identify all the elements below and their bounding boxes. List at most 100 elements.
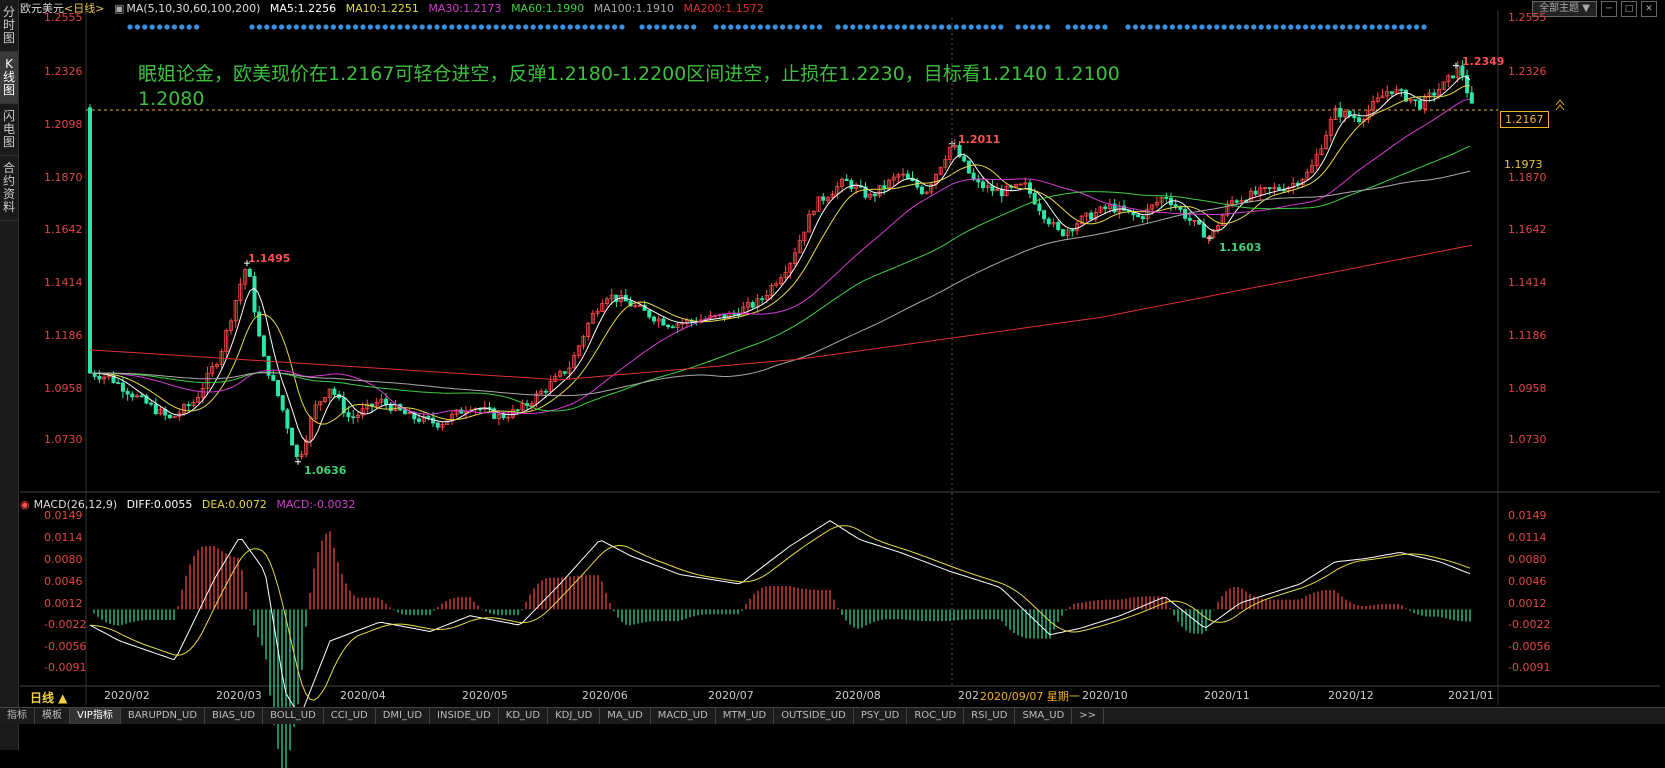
signal-dot xyxy=(1362,24,1368,30)
signal-dot xyxy=(909,24,915,30)
signal-dot xyxy=(538,24,544,30)
signal-dot xyxy=(286,24,292,30)
signal-dot xyxy=(683,24,690,30)
signal-dot xyxy=(1280,24,1286,30)
high-label-sep: 1.2011 xyxy=(958,133,1001,146)
tab-barupdn[interactable]: BARUPDN_UD xyxy=(121,708,206,724)
signal-dot xyxy=(1295,24,1301,30)
signal-dot xyxy=(894,24,900,30)
macd-label: 0.0046 xyxy=(1508,575,1547,588)
tab-psy[interactable]: PSY_UD xyxy=(854,708,908,724)
extreme-marker xyxy=(295,458,301,465)
signal-dot xyxy=(382,24,388,30)
tab-roc[interactable]: ROC_UD xyxy=(907,708,965,724)
signal-dot xyxy=(194,24,200,30)
macd-label: 0.0114 xyxy=(1508,531,1547,544)
signal-dot xyxy=(1391,24,1397,30)
signal-dot xyxy=(931,24,937,30)
signal-dot xyxy=(961,24,967,30)
candle-body xyxy=(1164,197,1169,199)
tab-indicator[interactable]: 指标 xyxy=(0,708,35,724)
tab-sma[interactable]: SMA_UD xyxy=(1015,708,1073,724)
candle-body xyxy=(872,193,877,197)
tab-bias[interactable]: BIAS_UD xyxy=(205,708,264,724)
candle-body xyxy=(1046,218,1051,225)
date-label: 2020/06 xyxy=(582,689,628,702)
signal-dot xyxy=(456,24,462,30)
signal-dot xyxy=(654,24,660,30)
candle-body xyxy=(247,268,252,277)
signal-dot xyxy=(939,24,945,30)
signal-dot xyxy=(787,24,793,30)
candle-body xyxy=(351,416,356,419)
signal-dot xyxy=(1258,24,1264,30)
signal-dot xyxy=(850,24,856,30)
signal-dot xyxy=(249,24,255,30)
signal-dot xyxy=(1377,24,1383,30)
signal-dot xyxy=(676,24,682,30)
signal-dot xyxy=(1399,24,1405,30)
signal-dot xyxy=(720,24,727,30)
signal-dot xyxy=(1125,24,1131,30)
candle-body xyxy=(966,160,971,174)
signal-dot xyxy=(1132,24,1138,30)
price-label: 1.1186 xyxy=(1508,329,1547,342)
signal-dot xyxy=(1347,24,1353,30)
tab-mtm[interactable]: MTM_UD xyxy=(716,708,775,724)
candle-body xyxy=(1201,223,1206,238)
tab-kd[interactable]: KD_UD xyxy=(499,708,549,724)
candle-body xyxy=(290,427,295,446)
candle-body xyxy=(186,404,191,407)
candle-body xyxy=(1056,222,1061,230)
signal-dot xyxy=(501,24,507,30)
arrow-up-icon xyxy=(1555,99,1565,111)
tab-inside[interactable]: INSIDE_UD xyxy=(430,708,499,724)
tab-kdj[interactable]: KDJ_UD xyxy=(548,708,601,724)
kline-chart[interactable] xyxy=(0,0,1665,768)
date-label: 202 xyxy=(958,689,979,702)
tab-template[interactable]: 模板 xyxy=(35,708,70,724)
candle-body xyxy=(261,335,266,357)
signal-dot xyxy=(765,24,771,30)
signal-dot xyxy=(916,24,923,30)
signal-dot xyxy=(375,24,381,30)
signal-dot xyxy=(743,24,749,30)
signal-dot xyxy=(1303,24,1309,30)
candle-body xyxy=(1136,214,1141,218)
tab-macd[interactable]: MACD_UD xyxy=(651,708,716,724)
signal-dot xyxy=(1022,24,1028,30)
extreme-marker xyxy=(1207,235,1213,242)
candle-body xyxy=(294,444,299,457)
signal-dot xyxy=(523,24,529,30)
price-label: 1.1870 xyxy=(1508,171,1547,184)
signal-dot xyxy=(186,24,192,30)
candle-body xyxy=(167,414,172,419)
tab-boll[interactable]: BOLL_UD xyxy=(263,708,324,724)
signal-dot xyxy=(256,24,262,30)
tab-cci[interactable]: CCI_UD xyxy=(324,708,376,724)
tab-outside[interactable]: OUTSIDE_UD xyxy=(774,708,854,724)
price-label: 1.1186 xyxy=(44,329,83,342)
price-label: 1.1642 xyxy=(1508,223,1547,236)
tab-more[interactable]: >> xyxy=(1072,708,1105,724)
candle-body xyxy=(1399,89,1404,91)
macd-icon[interactable]: ◉ xyxy=(20,498,30,511)
period-button[interactable]: 日线 ▲ xyxy=(30,689,67,706)
signal-dot xyxy=(1273,24,1279,30)
signal-dot xyxy=(1072,24,1078,30)
tab-vip-indicator[interactable]: VIP指标 xyxy=(70,708,121,724)
signal-dot xyxy=(316,24,322,30)
tab-dmi[interactable]: DMI_UD xyxy=(376,708,431,724)
signal-dot xyxy=(809,24,815,30)
macd-diff: DIFF:0.0055 xyxy=(126,498,193,511)
signal-dot xyxy=(1332,24,1338,30)
candle-body xyxy=(116,382,121,385)
tab-rsi[interactable]: RSI_UD xyxy=(964,708,1016,724)
candle-body xyxy=(670,326,675,329)
macd-label: -0.0091 xyxy=(1508,661,1551,674)
tab-ma[interactable]: MA_UD xyxy=(600,708,651,724)
macd-value: MACD:-0.0032 xyxy=(276,498,356,511)
low-label-nov: 1.1603 xyxy=(1219,241,1262,254)
signal-dot xyxy=(817,24,823,30)
signal-dot xyxy=(367,24,373,30)
